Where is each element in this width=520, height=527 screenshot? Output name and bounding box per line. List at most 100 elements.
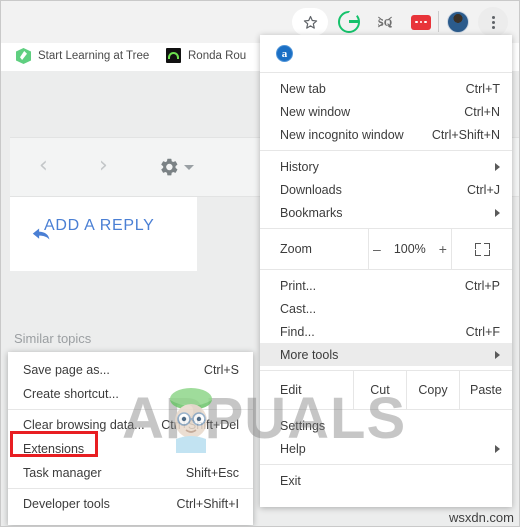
menu-item-shortcut: Ctrl+J bbox=[467, 182, 500, 197]
menu-item-new-window[interactable]: New window Ctrl+N bbox=[260, 100, 512, 123]
menu-item-history[interactable]: History bbox=[260, 155, 512, 178]
next-arrow-icon[interactable]: › bbox=[99, 155, 108, 177]
menu-item-shortcut: Ctrl+T bbox=[465, 81, 500, 96]
menu-item-label: Task manager bbox=[23, 466, 102, 480]
submenu-item-clear-browsing-data[interactable]: Clear browsing data... Ctrl+Shift+Del bbox=[8, 413, 253, 437]
fullscreen-button[interactable] bbox=[452, 229, 512, 269]
zoom-label: Zoom bbox=[280, 242, 312, 256]
grammarly-extension-icon[interactable] bbox=[335, 8, 363, 36]
amazon-assistant-extension-icon[interactable]: a bbox=[276, 45, 293, 62]
menu-item-label: Print... bbox=[280, 278, 317, 293]
chevron-down-icon[interactable] bbox=[184, 165, 194, 170]
menu-item-label: Downloads bbox=[280, 182, 342, 197]
menu-item-label: Bookmarks bbox=[280, 205, 343, 220]
menu-item-label: Extensions bbox=[23, 442, 85, 456]
toolbar-divider bbox=[438, 11, 439, 32]
menu-item-shortcut: Ctrl+Shift+Del bbox=[161, 418, 239, 432]
menu-item-label: New incognito window bbox=[280, 127, 404, 142]
chevron-right-icon bbox=[495, 208, 500, 217]
paste-button[interactable]: Paste bbox=[459, 371, 512, 409]
menu-item-shortcut: Ctrl+Shift+N bbox=[431, 127, 500, 142]
menu-group-tools: Print... Ctrl+P Cast... Find... Ctrl+F M… bbox=[260, 270, 512, 371]
menu-item-label: Developer tools bbox=[23, 497, 110, 511]
sq-extension-icon[interactable]: SQ bbox=[371, 8, 399, 36]
menu-item-shortcut: Shift+Esc bbox=[185, 466, 239, 480]
similar-topics-label: Similar topics bbox=[14, 331, 92, 346]
menu-item-help[interactable]: Help bbox=[260, 437, 512, 460]
fullscreen-icon bbox=[474, 242, 490, 256]
menu-item-new-incognito-window[interactable]: New incognito window Ctrl+Shift+N bbox=[260, 123, 512, 146]
wsxdn-watermark: wsxdn.com bbox=[448, 510, 514, 525]
chrome-main-menu: a New tab Ctrl+T New window Ctrl+N New i… bbox=[260, 35, 512, 507]
zoom-row: Zoom – 100% + bbox=[260, 229, 512, 270]
menu-item-shortcut: Ctrl+F bbox=[465, 324, 500, 339]
menu-item-label: Find... bbox=[280, 324, 315, 339]
add-reply-button[interactable]: ADD A REPLY bbox=[32, 217, 155, 240]
bookmark-start-learning-at-tree[interactable]: Start Learning at Tree bbox=[16, 48, 149, 64]
cut-button[interactable]: Cut bbox=[353, 371, 406, 409]
menu-item-find[interactable]: Find... Ctrl+F bbox=[260, 320, 512, 343]
menu-extension-row: a bbox=[260, 35, 512, 73]
menu-item-more-tools[interactable]: More tools bbox=[260, 343, 512, 366]
previous-arrow-icon[interactable]: ‹ bbox=[39, 155, 48, 177]
menu-item-label: New tab bbox=[280, 81, 326, 96]
browser-window: SQ Start Learning at Tree Ronda Rou ‹ › … bbox=[0, 0, 520, 527]
menu-item-cast[interactable]: Cast... bbox=[260, 297, 512, 320]
menu-item-label: Clear browsing data... bbox=[23, 418, 145, 432]
menu-item-bookmarks[interactable]: Bookmarks bbox=[260, 201, 512, 224]
more-tools-submenu: Save page as... Ctrl+S Create shortcut..… bbox=[8, 352, 253, 525]
menu-item-settings[interactable]: Settings bbox=[260, 414, 512, 437]
menu-item-print[interactable]: Print... Ctrl+P bbox=[260, 274, 512, 297]
submenu-group-developer: Developer tools Ctrl+Shift+I bbox=[8, 489, 253, 519]
gear-icon[interactable] bbox=[158, 156, 180, 183]
submenu-item-developer-tools[interactable]: Developer tools Ctrl+Shift+I bbox=[8, 492, 253, 516]
menu-item-label: Save page as... bbox=[23, 363, 110, 377]
submenu-group-save: Save page as... Ctrl+S Create shortcut..… bbox=[8, 355, 253, 410]
treehouse-favicon bbox=[16, 48, 31, 64]
menu-item-shortcut: Ctrl+N bbox=[464, 104, 500, 119]
zoom-level-value: 100% bbox=[393, 242, 426, 256]
zoom-out-button[interactable]: – bbox=[373, 241, 381, 257]
menu-item-new-tab[interactable]: New tab Ctrl+T bbox=[260, 77, 512, 100]
menu-item-label: Help bbox=[280, 441, 306, 456]
zoom-in-button[interactable]: + bbox=[439, 241, 447, 257]
menu-group-settings: Settings Help bbox=[260, 410, 512, 465]
menu-item-shortcut: Ctrl+S bbox=[203, 363, 239, 377]
menu-group-exit: Exit bbox=[260, 465, 512, 496]
menu-item-label: History bbox=[280, 159, 319, 174]
chrome-menu-icon[interactable] bbox=[478, 7, 508, 37]
edit-label: Edit bbox=[280, 383, 302, 397]
menu-item-label: Exit bbox=[280, 473, 301, 488]
menu-item-downloads[interactable]: Downloads Ctrl+J bbox=[260, 178, 512, 201]
menu-item-exit[interactable]: Exit bbox=[260, 469, 512, 492]
bookmark-ronda-rou[interactable]: Ronda Rou bbox=[166, 48, 246, 63]
submenu-group-tools: Clear browsing data... Ctrl+Shift+Del Ex… bbox=[8, 410, 253, 489]
submenu-item-save-page-as[interactable]: Save page as... Ctrl+S bbox=[8, 358, 253, 382]
black-favicon bbox=[166, 48, 181, 63]
menu-item-shortcut: Ctrl+Shift+I bbox=[176, 497, 239, 511]
menu-item-label: New window bbox=[280, 104, 351, 119]
menu-item-label: Settings bbox=[280, 418, 326, 433]
zoom-controls: – 100% + bbox=[368, 229, 452, 269]
profile-avatar[interactable] bbox=[444, 8, 472, 36]
menu-item-label: More tools bbox=[280, 347, 339, 362]
menu-item-label: Create shortcut... bbox=[23, 387, 119, 401]
copy-button[interactable]: Copy bbox=[406, 371, 459, 409]
menu-group-new: New tab Ctrl+T New window Ctrl+N New inc… bbox=[260, 73, 512, 151]
submenu-item-task-manager[interactable]: Task manager Shift+Esc bbox=[8, 461, 253, 485]
chevron-right-icon bbox=[495, 162, 500, 171]
menu-item-label: Cast... bbox=[280, 301, 317, 316]
add-reply-label: ADD A REPLY bbox=[44, 217, 155, 234]
menu-group-browsing: History Downloads Ctrl+J Bookmarks bbox=[260, 151, 512, 229]
submenu-item-extensions[interactable]: Extensions bbox=[8, 437, 253, 461]
edit-row: Edit Cut Copy Paste bbox=[260, 371, 512, 410]
chevron-right-icon bbox=[495, 350, 500, 359]
bookmark-label: Start Learning at Tree bbox=[38, 50, 150, 62]
chevron-right-icon bbox=[495, 444, 500, 453]
bookmark-star-icon[interactable] bbox=[292, 8, 328, 36]
red-extension-icon[interactable] bbox=[407, 8, 435, 36]
submenu-item-create-shortcut[interactable]: Create shortcut... bbox=[8, 382, 253, 406]
add-reply-panel: ADD A REPLY bbox=[10, 197, 197, 271]
bookmark-label: Ronda Rou bbox=[188, 49, 247, 62]
menu-item-shortcut: Ctrl+P bbox=[464, 278, 500, 293]
